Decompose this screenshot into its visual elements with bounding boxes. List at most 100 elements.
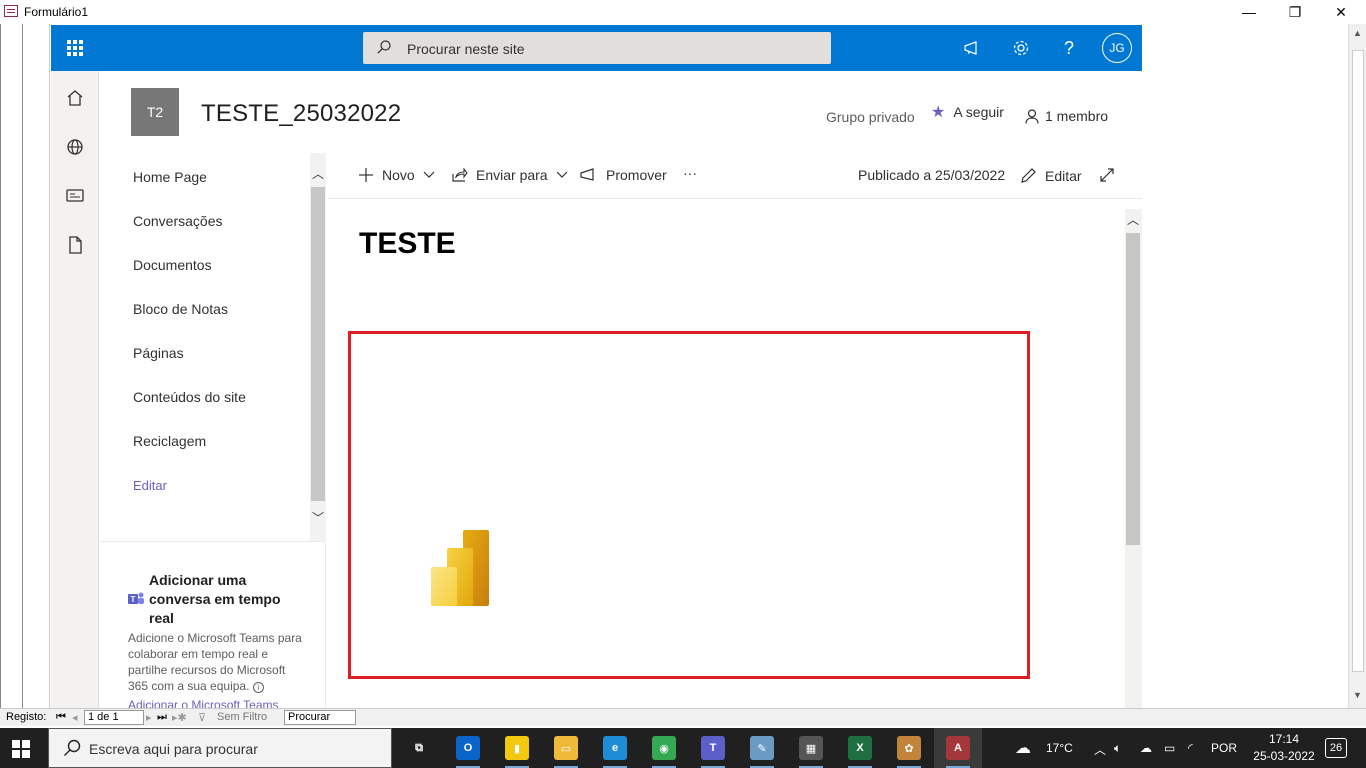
scrollbar-thumb[interactable] bbox=[1126, 233, 1140, 545]
document-icon[interactable] bbox=[65, 235, 85, 255]
chevron-up-icon[interactable]: ︿ bbox=[312, 165, 324, 182]
scrollbar-thumb[interactable] bbox=[1352, 50, 1364, 672]
teams-icon: T bbox=[701, 736, 725, 760]
search-input[interactable]: Procurar neste site bbox=[407, 41, 525, 57]
follow-button[interactable]: ★ A seguir bbox=[931, 102, 1004, 122]
taskbar-app-chrome[interactable]: ◉ bbox=[640, 728, 688, 768]
privacy-label: Grupo privado bbox=[826, 109, 915, 125]
taskbar-app-teams[interactable]: T bbox=[689, 728, 737, 768]
form-scrollbar[interactable]: ▲ ▼ bbox=[1348, 24, 1366, 708]
chevron-up-icon[interactable]: ︿ bbox=[1127, 211, 1139, 228]
more-options-button[interactable]: ··· bbox=[683, 165, 697, 181]
previous-record-button[interactable]: ◂ bbox=[72, 711, 78, 724]
send-to-button[interactable]: Enviar para bbox=[452, 167, 568, 183]
minimize-button[interactable]: — bbox=[1226, 0, 1272, 24]
nav-item-home[interactable]: Home Page bbox=[133, 169, 207, 185]
nav-item-site-contents[interactable]: Conteúdos do site bbox=[133, 389, 246, 405]
last-record-button[interactable]: ⏭ bbox=[157, 711, 167, 724]
plus-icon bbox=[359, 168, 373, 182]
taskbar-app-paint[interactable]: ✿ bbox=[885, 728, 933, 768]
published-label: Publicado a 25/03/2022 bbox=[858, 167, 1006, 183]
search-icon bbox=[64, 739, 81, 756]
divider bbox=[99, 541, 326, 542]
avatar[interactable]: JG bbox=[1102, 33, 1132, 63]
edit-label: Editar bbox=[1045, 167, 1082, 184]
site-navigation: Home Page Conversações Documentos Bloco … bbox=[99, 153, 326, 712]
site-header: T2 TESTE_25032022 Grupo privado ★ A segu… bbox=[99, 71, 1142, 153]
frame-divider bbox=[0, 24, 1, 708]
nav-item-documents[interactable]: Documentos bbox=[133, 257, 212, 273]
members-button[interactable]: 1 membro bbox=[1025, 108, 1108, 124]
site-title[interactable]: TESTE_25032022 bbox=[201, 100, 401, 128]
wifi-icon[interactable]: ◜ bbox=[1188, 741, 1193, 755]
taskbar-app-access[interactable]: A bbox=[934, 728, 982, 768]
scrollbar-thumb[interactable] bbox=[311, 187, 325, 501]
onedrive-cloud-icon[interactable]: ☁ bbox=[1140, 741, 1152, 755]
expand-button[interactable] bbox=[1099, 167, 1115, 183]
globe-icon[interactable] bbox=[65, 137, 85, 157]
svg-text:T: T bbox=[131, 595, 136, 604]
taskbar-app-file-explorer[interactable]: ▭ bbox=[542, 728, 590, 768]
taskbar-app-task-view[interactable]: ⧉ bbox=[395, 728, 443, 768]
record-position-field[interactable]: 1 de 1 bbox=[84, 710, 144, 725]
nav-item-recycle-bin[interactable]: Reciclagem bbox=[133, 433, 206, 449]
info-icon[interactable]: i bbox=[252, 682, 264, 693]
scroll-down-icon[interactable]: ▼ bbox=[1353, 690, 1362, 700]
site-search-box[interactable]: Procurar neste site bbox=[363, 32, 831, 64]
clock[interactable]: 17:14 25-03-2022 bbox=[1249, 731, 1319, 765]
scroll-up-icon[interactable]: ▲ bbox=[1353, 28, 1362, 38]
access-icon: A bbox=[946, 736, 970, 760]
chevron-down-icon[interactable]: ﹀ bbox=[312, 509, 324, 526]
taskbar-app-outlook[interactable]: O bbox=[444, 728, 492, 768]
taskbar-app-edge[interactable]: e bbox=[591, 728, 639, 768]
follow-label: A seguir bbox=[953, 104, 1004, 120]
nav-scrollbar[interactable]: ︿ ﹀ bbox=[310, 153, 326, 541]
next-record-button[interactable]: ▸ bbox=[146, 711, 152, 724]
chrome-icon: ◉ bbox=[652, 736, 676, 760]
weather-cloud-icon[interactable]: ☁ bbox=[1015, 738, 1031, 758]
megaphone-icon[interactable] bbox=[962, 37, 984, 59]
megaphone-icon bbox=[580, 168, 594, 181]
notifications-badge[interactable]: 26 bbox=[1325, 738, 1347, 758]
taskbar-search[interactable]: Escreva aqui para procurar bbox=[48, 728, 392, 768]
nav-item-conversations[interactable]: Conversações bbox=[133, 213, 223, 229]
site-logo[interactable]: T2 bbox=[131, 88, 179, 136]
nav-item-notebook[interactable]: Bloco de Notas bbox=[133, 301, 228, 317]
content-scrollbar[interactable]: ︿ bbox=[1125, 209, 1142, 708]
help-icon[interactable]: ? bbox=[1058, 37, 1080, 59]
home-icon[interactable] bbox=[65, 88, 85, 108]
app-launcher-icon[interactable] bbox=[67, 40, 83, 56]
taskbar-app-power-bi[interactable]: ▮ bbox=[493, 728, 541, 768]
taskbar-app-excel[interactable]: X bbox=[836, 728, 884, 768]
taskbar: Escreva aqui para procurar ⧉ O ▮ ▭ e ◉ T ✎ ▦ X ✿ A … bbox=[0, 728, 1366, 768]
taskbar-search-input[interactable]: Escreva aqui para procurar bbox=[89, 741, 258, 757]
taskbar-app-notes-app[interactable]: ✎ bbox=[738, 728, 786, 768]
language-indicator[interactable]: POR bbox=[1211, 741, 1237, 755]
news-icon[interactable] bbox=[65, 185, 85, 205]
restore-button[interactable]: ❐ bbox=[1272, 0, 1318, 24]
record-search-field[interactable]: Procurar bbox=[284, 710, 356, 725]
close-icon: ✕ bbox=[1335, 3, 1347, 20]
task-view-icon: ⧉ bbox=[407, 736, 431, 760]
promote-button[interactable]: Promover bbox=[580, 167, 667, 183]
windows-start-icon[interactable] bbox=[12, 740, 30, 758]
chevron-down-icon bbox=[423, 171, 435, 178]
power-bi-embed-highlight[interactable] bbox=[348, 331, 1030, 679]
new-button[interactable]: Novo bbox=[358, 167, 435, 183]
power-bi-icon: ▮ bbox=[505, 736, 529, 760]
more-icon: ··· bbox=[683, 165, 697, 181]
record-navigator: Registo: ⏮ ◂ 1 de 1 ▸ ⏭ ▸✱ ⊽ Sem Filtro … bbox=[0, 708, 1366, 726]
first-record-button[interactable]: ⏮ bbox=[56, 711, 66, 724]
new-record-button[interactable]: ▸✱ bbox=[172, 711, 187, 724]
filter-status[interactable]: Sem Filtro bbox=[217, 711, 267, 723]
nav-item-pages[interactable]: Páginas bbox=[133, 345, 184, 361]
battery-icon[interactable]: ▭ bbox=[1164, 741, 1175, 755]
taskbar-app-calculator[interactable]: ▦ bbox=[787, 728, 835, 768]
close-button[interactable]: ✕ bbox=[1318, 0, 1364, 24]
volume-icon[interactable]: 🔈︎ bbox=[1114, 741, 1121, 756]
chevron-up-icon[interactable]: ︿ bbox=[1094, 741, 1106, 758]
edit-page-button[interactable]: Editar bbox=[1020, 167, 1082, 184]
nav-edit-link[interactable]: Editar bbox=[133, 478, 167, 493]
gear-icon[interactable] bbox=[1010, 37, 1032, 59]
weather-temperature[interactable]: 17°C bbox=[1046, 741, 1073, 755]
